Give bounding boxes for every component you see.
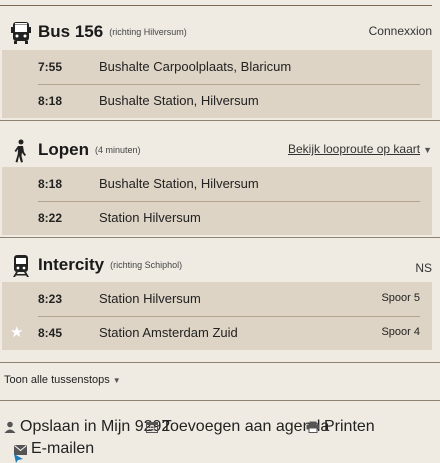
- stop-row: 8:22 Station Hilversum: [2, 201, 432, 235]
- leg-train-stops: 8:23 Station Hilversum Spoor 5 ★ 8:45 St…: [2, 282, 432, 350]
- leg-title: Intercity (richting Schiphol): [38, 255, 183, 274]
- map-route-link[interactable]: Bekijk looproute op kaart ▼: [288, 142, 432, 156]
- stop-time: 8:22: [38, 211, 63, 225]
- stop-place: Bushalte Carpoolplaats, Blaricum: [99, 59, 292, 74]
- leg-separator: [0, 120, 440, 121]
- top-divider: [0, 5, 432, 6]
- print-button[interactable]: Printen: [306, 418, 375, 436]
- leg-direction: (richting Schiphol): [110, 260, 183, 270]
- stop-place: Station Amsterdam Zuid: [99, 325, 238, 340]
- email-button[interactable]: E-mailen: [14, 440, 94, 458]
- cursor-arrow-icon: [14, 454, 23, 463]
- stop-time: 8:18: [38, 177, 63, 191]
- stop-place: Bushalte Station, Hilversum: [99, 176, 259, 191]
- leg-title: Lopen (4 minuten): [38, 140, 141, 159]
- stop-place: Station Hilversum: [99, 210, 201, 225]
- add-to-calendar-button[interactable]: Toevoegen aan agenda: [146, 418, 329, 436]
- printer-icon: [306, 421, 320, 433]
- operator-label: Connexxion: [368, 24, 432, 38]
- leg-bus-stops: 7:55 Bushalte Carpoolplaats, Blaricum 8:…: [2, 50, 432, 118]
- star-icon[interactable]: ★: [10, 323, 23, 341]
- leg-bus-header: Bus 156 (richting Hilversum) Connexxion: [0, 18, 440, 48]
- leg-walk-stops: 8:18 Bushalte Station, Hilversum 8:22 St…: [2, 167, 432, 235]
- stop-place: Station Hilversum: [99, 291, 201, 306]
- leg-separator: [0, 362, 440, 363]
- stop-time: 8:45: [38, 326, 63, 340]
- stop-row: ★ 8:45 Station Amsterdam Zuid Spoor 4: [2, 316, 432, 350]
- person-icon: [4, 421, 16, 433]
- stop-time: 8:18: [38, 94, 63, 108]
- leg-direction: (richting Hilversum): [109, 27, 187, 37]
- bus-icon: [10, 21, 32, 45]
- chevron-down-icon: ▼: [112, 376, 121, 385]
- action-label: Printen: [324, 418, 375, 435]
- leg-title: Bus 156 (richting Hilversum): [38, 22, 187, 41]
- stop-row: 7:55 Bushalte Carpoolplaats, Blaricum: [2, 50, 432, 84]
- leg-walk-header: Lopen (4 minuten) Bekijk looproute op kaa…: [0, 136, 440, 166]
- stop-row: 8:18 Bushalte Station, Hilversum: [2, 84, 432, 118]
- calendar-icon: [146, 422, 158, 433]
- action-label: E-mailen: [31, 440, 95, 457]
- platform-label: Spoor 4: [381, 326, 420, 338]
- operator-label: NS: [415, 261, 432, 275]
- chevron-down-icon: ▼: [423, 145, 432, 155]
- train-icon: [10, 254, 32, 278]
- leg-train-header: Intercity (richting Schiphol) NS: [0, 251, 440, 281]
- stop-time: 8:23: [38, 292, 63, 306]
- leg-duration: (4 minuten): [95, 145, 141, 155]
- stop-time: 7:55: [38, 60, 63, 74]
- stop-row: 8:18 Bushalte Station, Hilversum: [2, 167, 432, 201]
- action-label: Toevoegen aan agenda: [162, 418, 330, 435]
- walking-person-icon: [10, 139, 32, 163]
- actions-separator: [0, 400, 440, 401]
- stop-place: Bushalte Station, Hilversum: [99, 93, 259, 108]
- stop-row: 8:23 Station Hilversum Spoor 5: [2, 282, 432, 316]
- platform-label: Spoor 5: [381, 292, 420, 304]
- leg-separator: [0, 237, 440, 238]
- show-all-stops-link[interactable]: Toon alle tussenstops ▼: [4, 374, 121, 386]
